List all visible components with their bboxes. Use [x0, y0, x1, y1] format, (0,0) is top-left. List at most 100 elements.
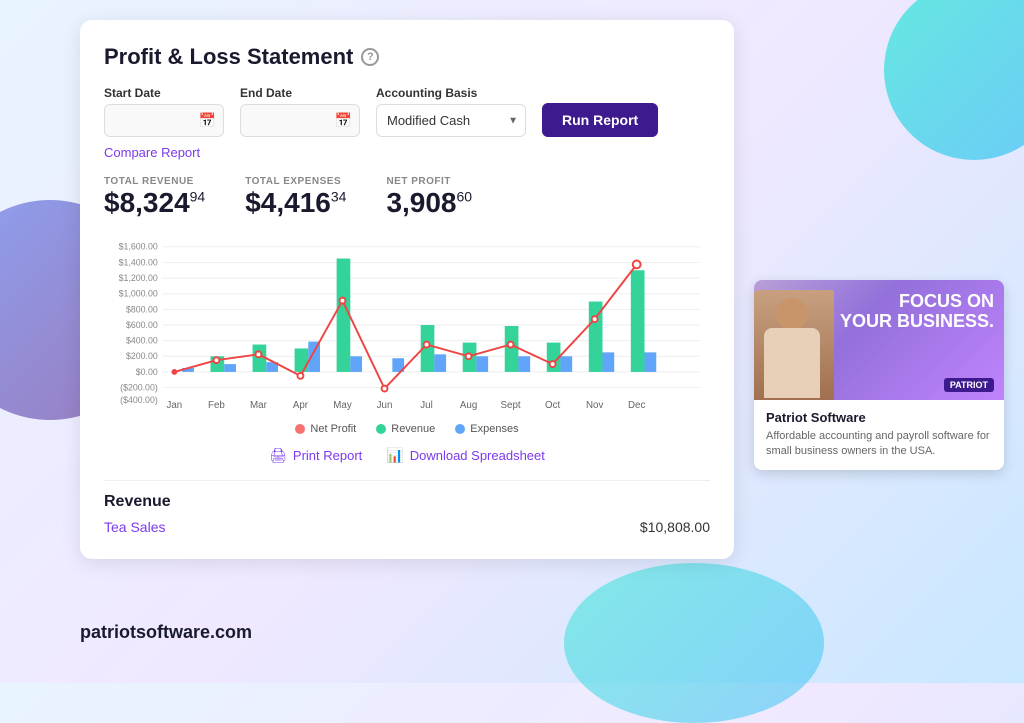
spreadsheet-icon: 📊	[386, 447, 403, 464]
dot-apr	[298, 373, 304, 379]
svg-text:Aug: Aug	[460, 400, 477, 411]
form-row: Start Date 📅 End Date 📅 Accounting Basis	[104, 86, 710, 137]
legend-dot-expenses	[455, 424, 465, 434]
svg-text:$1,400.00: $1,400.00	[119, 257, 158, 267]
ad-description: Affordable accounting and payroll softwa…	[766, 429, 992, 460]
patriot-logo-badge: PATRIOT	[944, 378, 994, 392]
exp-bar-dec	[645, 352, 657, 372]
dot-dec	[633, 260, 641, 268]
legend-dot-net	[295, 424, 305, 434]
dot-sep	[508, 342, 514, 348]
svg-text:Jun: Jun	[377, 400, 393, 411]
total-revenue-main: $8,324	[104, 187, 190, 218]
exp-bar-aug	[476, 356, 488, 372]
end-date-wrap: 📅	[240, 104, 360, 137]
exp-bar-sep	[518, 356, 530, 372]
exp-bar-nov	[602, 352, 614, 372]
rev-bar-dec	[631, 270, 645, 372]
chart-legend: Net Profit Revenue Expenses	[104, 423, 710, 435]
total-revenue-label: TOTAL REVENUE	[104, 176, 205, 187]
basis-label: Accounting Basis	[376, 86, 526, 100]
svg-text:($400.00): ($400.00)	[120, 395, 158, 405]
info-icon[interactable]: ?	[361, 48, 379, 66]
legend-dot-revenue	[376, 424, 386, 434]
ad-company-name: Patriot Software	[766, 410, 992, 425]
net-profit-main: 3,908	[386, 187, 456, 218]
print-report-label: Print Report	[293, 448, 362, 463]
rev-bar-may	[337, 259, 351, 372]
dot-feb	[213, 357, 219, 363]
legend-expenses-label: Expenses	[470, 423, 518, 435]
total-expenses-stat: TOTAL EXPENSES $4,41634	[245, 176, 346, 219]
download-spreadsheet-link[interactable]: 📊 Download Spreadsheet	[386, 447, 545, 464]
tea-sales-link[interactable]: Tea Sales	[104, 519, 165, 535]
total-expenses-cents: 34	[331, 189, 347, 205]
bottom-brand: patriotsoftware.com	[80, 622, 252, 643]
right-panel: FOCUS ONYOUR BUSINESS. PATRIOT Patriot S…	[754, 20, 1004, 470]
svg-text:Oct: Oct	[545, 400, 560, 411]
dot-jun	[382, 386, 388, 392]
dot-jul	[424, 342, 430, 348]
net-profit-cents: 60	[457, 189, 473, 205]
total-expenses-label: TOTAL EXPENSES	[245, 176, 346, 187]
end-calendar-icon[interactable]: 📅	[335, 112, 352, 129]
svg-text:$0.00: $0.00	[136, 367, 158, 377]
legend-net-profit-label: Net Profit	[310, 423, 356, 435]
person-head	[776, 298, 808, 330]
pnl-title-row: Profit & Loss Statement ?	[104, 44, 710, 70]
dot-nov	[592, 316, 598, 322]
svg-text:Jul: Jul	[420, 400, 432, 411]
ad-info: Patriot Software Affordable accounting a…	[754, 400, 1004, 470]
run-report-button[interactable]: Run Report	[542, 103, 658, 137]
svg-text:$200.00: $200.00	[126, 351, 158, 361]
bg-blob-right-bottom	[564, 563, 824, 723]
ad-image-bg: FOCUS ONYOUR BUSINESS. PATRIOT	[754, 280, 1004, 400]
dot-aug	[466, 353, 472, 359]
total-revenue-value: $8,32494	[104, 187, 205, 219]
main-container: Profit & Loss Statement ? Start Date 📅 E…	[0, 0, 1024, 579]
total-revenue-stat: TOTAL REVENUE $8,32494	[104, 176, 205, 219]
svg-text:$800.00: $800.00	[126, 304, 158, 314]
svg-text:$1,000.00: $1,000.00	[119, 289, 158, 299]
svg-text:$400.00: $400.00	[126, 336, 158, 346]
revenue-section: Revenue Tea Sales $10,808.00	[104, 480, 710, 535]
svg-text:May: May	[333, 400, 352, 411]
end-date-group: End Date 📅	[240, 86, 360, 137]
print-icon: 🖨	[269, 447, 287, 464]
svg-text:Jan: Jan	[166, 400, 182, 411]
person-body	[764, 328, 820, 398]
ad-logo-row: PATRIOT	[944, 378, 994, 392]
svg-text:Mar: Mar	[250, 400, 268, 411]
chart-area: $1,600.00 $1,400.00 $1,200.00 $1,000.00 …	[104, 235, 710, 415]
dot-jan	[171, 369, 177, 375]
start-date-label: Start Date	[104, 86, 224, 100]
legend-expenses: Expenses	[455, 423, 518, 435]
rev-bar-sep	[505, 326, 519, 372]
total-revenue-cents: 94	[190, 189, 206, 205]
revenue-row: Tea Sales $10,808.00	[104, 519, 710, 535]
download-label: Download Spreadsheet	[410, 448, 545, 463]
ad-card: FOCUS ONYOUR BUSINESS. PATRIOT Patriot S…	[754, 280, 1004, 470]
start-date-group: Start Date 📅	[104, 86, 224, 137]
net-profit-value: 3,90860	[386, 187, 472, 219]
net-profit-stat: NET PROFIT 3,90860	[386, 176, 472, 219]
revenue-title: Revenue	[104, 493, 710, 511]
chart-svg: $1,600.00 $1,400.00 $1,200.00 $1,000.00 …	[104, 235, 710, 415]
start-calendar-icon[interactable]: 📅	[199, 112, 216, 129]
page-title: Profit & Loss Statement	[104, 44, 353, 70]
basis-select[interactable]: Modified Cash Cash Accrual	[376, 104, 526, 137]
dot-may	[340, 298, 346, 304]
actions-row: 🖨 Print Report 📊 Download Spreadsheet	[104, 447, 710, 464]
ad-image: FOCUS ONYOUR BUSINESS. PATRIOT	[754, 280, 1004, 400]
compare-report-link[interactable]: Compare Report	[104, 145, 710, 160]
tea-sales-amount: $10,808.00	[640, 519, 710, 535]
exp-bar-oct	[560, 356, 572, 372]
svg-text:Feb: Feb	[208, 400, 225, 411]
svg-text:($200.00): ($200.00)	[120, 382, 158, 392]
svg-text:Dec: Dec	[628, 400, 645, 411]
rev-bar-apr	[295, 348, 309, 371]
print-report-link[interactable]: 🖨 Print Report	[269, 447, 362, 464]
dot-oct	[550, 361, 556, 367]
svg-text:Sept: Sept	[501, 400, 521, 411]
ad-person-image	[754, 290, 834, 400]
